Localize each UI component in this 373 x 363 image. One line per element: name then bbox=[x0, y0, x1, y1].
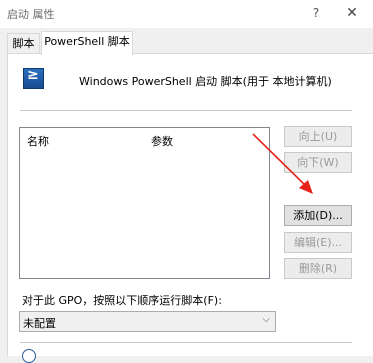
powershell-icon: ≥ bbox=[23, 67, 44, 89]
remove-button[interactable]: 删除(R) bbox=[284, 258, 352, 279]
move-up-button[interactable]: 向上(U) bbox=[284, 126, 352, 147]
column-header-parameters[interactable]: 参数 bbox=[151, 133, 173, 149]
script-list[interactable]: 名称 参数 bbox=[19, 127, 270, 279]
move-down-button[interactable]: 向下(W) bbox=[284, 152, 352, 173]
window-title: 启动 属性 bbox=[7, 8, 55, 21]
powershell-prompt-glyph: ≥ bbox=[27, 67, 39, 83]
header-description: Windows PowerShell 启动 脚本(用于 本地计算机) bbox=[79, 75, 332, 88]
tab-powershell-scripts[interactable]: PowerShell 脚本 bbox=[41, 31, 133, 55]
help-button[interactable]: ? bbox=[305, 3, 327, 23]
column-header-name[interactable]: 名称 bbox=[27, 133, 49, 149]
title-bar: 启动 属性 ? ✕ bbox=[0, 0, 373, 28]
run-order-selected-value: 未配置 bbox=[23, 317, 56, 330]
header-separator bbox=[20, 110, 352, 111]
add-button[interactable]: 添加(D)... bbox=[284, 205, 352, 226]
run-order-dropdown[interactable]: 未配置 ⌵ bbox=[19, 311, 276, 332]
run-order-label: 对于此 GPO，按照以下顺序运行脚本(F): bbox=[22, 294, 222, 307]
bottom-separator bbox=[20, 342, 352, 343]
tab-scripts[interactable]: 脚本 bbox=[7, 33, 40, 53]
chevron-down-icon: ⌵ bbox=[262, 314, 270, 325]
edit-button[interactable]: 编辑(E)... bbox=[284, 232, 352, 253]
close-button[interactable]: ✕ bbox=[340, 3, 364, 23]
info-icon bbox=[22, 349, 36, 363]
